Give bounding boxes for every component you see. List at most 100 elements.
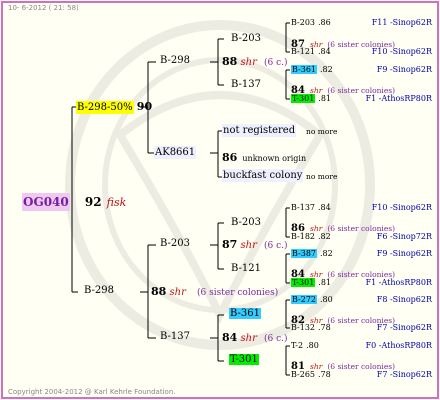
gen4-num: .86 <box>318 18 331 27</box>
root-id: OG040 <box>22 193 70 211</box>
root-queen[interactable]: OG040 92 fisk <box>22 193 127 211</box>
g2-c-num: 87 <box>222 238 238 251</box>
timestamp: 10- 6-2012 ( 21: 58) <box>8 4 79 12</box>
g2-d-note: (6 c.) <box>264 334 288 344</box>
gen4-num: .84 <box>318 203 331 212</box>
gen4-label: B-272 <box>291 295 317 304</box>
g2-c[interactable]: B-203 <box>160 239 190 249</box>
root-tag: fisk <box>106 196 127 209</box>
gen4-breeder: F11 -Sinop62R <box>371 18 432 27</box>
gen4-item[interactable]: T-2.80 <box>291 342 319 350</box>
g2-a-label: B-298 <box>160 55 190 66</box>
g3-a1[interactable]: B-203 <box>231 34 261 44</box>
g2-b-label: AK8661 <box>154 146 197 159</box>
gen4-item[interactable]: B-387.82 <box>291 249 333 258</box>
g3-c2[interactable]: B-121 <box>231 264 261 274</box>
g2-a-tag: shr <box>240 57 257 68</box>
gen4-breeder: F0 -AthosRP80R <box>365 341 432 350</box>
gen4-item[interactable]: B-182.82 <box>291 233 331 241</box>
gen4-num: .81 <box>318 278 332 287</box>
g1-lower[interactable]: B-298 <box>84 286 114 296</box>
gen4-breeder: F10 -Sinop62R <box>371 203 432 212</box>
root-num: 92 <box>84 195 102 209</box>
g2-a[interactable]: B-298 <box>160 56 190 66</box>
gen4-breeder: F7 -Sinop62R <box>376 323 432 332</box>
g3-b1-extra: no more <box>306 127 338 136</box>
gen4-item[interactable]: B-137.84 <box>291 204 331 212</box>
g3-c2-label: B-121 <box>231 263 261 274</box>
g3-d2[interactable]: T-301 <box>229 354 259 365</box>
gen4-num: .80 <box>320 295 333 304</box>
g2-c-note: (6 c.) <box>264 241 288 251</box>
gen4-label: B-361 <box>291 65 317 74</box>
gen4-breeder: F7 -Sinop62R <box>376 370 432 379</box>
g3-b3-extra: no more <box>306 172 338 181</box>
gen4-label: B-265 <box>291 370 315 379</box>
g2-c-info: 87 shr (6 c.) <box>222 239 288 251</box>
g3-b2[interactable]: 86 unknown origin <box>222 148 306 164</box>
g2-d[interactable]: B-137 <box>160 332 190 342</box>
gen4-breeder: F9 -Sinop62R <box>376 249 432 258</box>
gen4-label: B-387 <box>291 249 317 258</box>
gen4-label: B-132 <box>291 323 315 332</box>
gen4-breeder: F6 -Sinop72R <box>376 232 432 241</box>
gen4-breeder: F1 -AthosRP80R <box>365 94 432 103</box>
gen4-item[interactable]: B-265.78 <box>291 371 331 379</box>
gen4-item[interactable]: B-132.78 <box>291 324 331 332</box>
gen4-breeder: F1 -AthosRP80R <box>365 278 432 287</box>
gen4-breeder: F8 -Sinop62R <box>376 295 432 304</box>
gen4-item[interactable]: B-203.86 <box>291 19 331 27</box>
g3-b2-extra: unknown origin <box>242 154 307 163</box>
gen4-num: .78 <box>318 370 331 379</box>
gen4-item[interactable]: T-301.81 <box>291 94 332 103</box>
gen4-item[interactable]: B-272.80 <box>291 295 333 304</box>
g3-c1-label: B-203 <box>231 217 261 228</box>
gen4-label: B-137 <box>291 203 315 212</box>
g1-upper[interactable]: B-298-50% 90 <box>76 100 153 114</box>
g3-d2-label: T-301 <box>229 354 259 365</box>
g2-b[interactable]: AK8661 <box>154 146 197 159</box>
gen4-label: B-121 <box>291 47 315 56</box>
g2-a-note: (6 c.) <box>264 58 288 68</box>
g2-c-tag: shr <box>240 240 257 251</box>
g1-lower-tag: shr <box>169 287 186 298</box>
g3-b3[interactable]: buckfast colony <box>222 169 304 182</box>
g1-upper-label: B-298-50% <box>76 101 134 114</box>
g1-lower-label: B-298 <box>84 285 114 296</box>
gen4-num: .82 <box>320 65 333 74</box>
g1-upper-num: 90 <box>136 100 153 113</box>
g1-lower-num: 88 <box>151 285 167 298</box>
g3-a2[interactable]: B-137 <box>231 80 261 90</box>
gen4-num: .82 <box>320 249 333 258</box>
copyright: Copyright 2004-2012 @ Karl Kehrle Founda… <box>8 388 176 396</box>
gen4-breeder: F10 -Sinop62R <box>371 47 432 56</box>
g2-d-info: 84 shr (6 c.) <box>222 332 288 344</box>
g1-lower-info: 88 shr (6 sister colonies) <box>151 286 278 298</box>
g3-b2-num: 86 <box>222 151 238 164</box>
gen4-label: B-182 <box>291 232 315 241</box>
g2-d-tag: shr <box>240 333 257 344</box>
gen4-label: T-301 <box>291 278 316 287</box>
gen4-num: .82 <box>318 232 331 241</box>
gen4-num: .81 <box>318 94 332 103</box>
g3-b1-label: not registered <box>222 124 297 137</box>
g3-b3-label: buckfast colony <box>222 169 304 182</box>
gen4-label: B-203 <box>291 18 315 27</box>
g2-d-label: B-137 <box>160 331 190 342</box>
g2-d-num: 84 <box>222 331 238 344</box>
g2-a-num: 88 <box>222 55 238 68</box>
gen4-item[interactable]: T-301.81 <box>291 278 332 287</box>
gen4-num: .78 <box>318 323 331 332</box>
gen4-num: .80 <box>306 341 319 350</box>
gen4-breeder: F9 -Sinop62R <box>376 65 432 74</box>
g3-d1[interactable]: B-361 <box>229 308 261 319</box>
g3-c1[interactable]: B-203 <box>231 218 261 228</box>
g3-b1[interactable]: not registered <box>222 124 297 137</box>
gen4-item[interactable]: B-361.82 <box>291 65 333 74</box>
g2-c-label: B-203 <box>160 238 190 249</box>
gen4-item[interactable]: B-121.84 <box>291 48 331 56</box>
g3-a2-label: B-137 <box>231 79 261 90</box>
g3-d1-label: B-361 <box>229 308 261 319</box>
gen4-label: T-301 <box>291 94 316 103</box>
g2-a-info: 88 shr (6 c.) <box>222 56 288 68</box>
